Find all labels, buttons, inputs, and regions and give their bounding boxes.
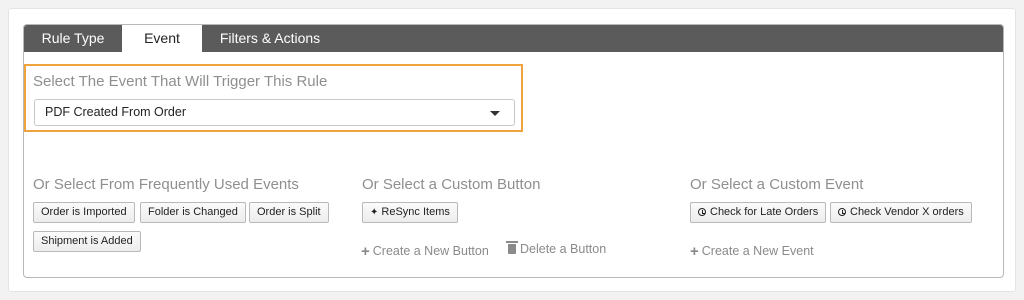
create-button-label: Create a New Button: [372, 244, 489, 258]
create-button-link[interactable]: + Create a New Button: [361, 242, 489, 260]
create-event-link[interactable]: + Create a New Event: [690, 242, 814, 260]
trash-icon: [506, 241, 518, 254]
check-vendor-orders-button[interactable]: Check Vendor X orders: [830, 202, 972, 223]
create-event-label: Create a New Event: [701, 244, 814, 258]
event-select-highlight: Select The Event That Will Trigger This …: [24, 64, 523, 132]
rule-editor-panel: Rule Type Event Filters & Actions: [23, 24, 1004, 278]
check-late-orders-button[interactable]: Check for Late Orders: [690, 202, 827, 223]
clock-icon: [698, 208, 706, 216]
event-select-value: PDF Created From Order: [45, 105, 187, 119]
magic-wand-icon: ✦: [370, 207, 379, 218]
delete-button-link[interactable]: Delete a Button: [506, 241, 607, 256]
plus-icon: +: [690, 243, 699, 260]
frequent-events-title: Or Select From Frequently Used Events: [33, 176, 299, 193]
custom-event-title: Or Select a Custom Event: [690, 176, 864, 193]
order-split-button[interactable]: Order is Split: [249, 202, 329, 223]
chevron-down-icon: [490, 111, 500, 116]
check-vendor-orders-label: Check Vendor X orders: [850, 206, 964, 218]
clock-icon: [838, 208, 846, 216]
tab-rule-type[interactable]: Rule Type: [24, 25, 122, 52]
event-select-dropdown[interactable]: PDF Created From Order: [34, 99, 515, 126]
shipment-added-button[interactable]: Shipment is Added: [33, 231, 141, 252]
delete-button-label: Delete a Button: [520, 242, 607, 256]
resync-items-label: ReSync Items: [381, 206, 450, 218]
order-imported-button[interactable]: Order is Imported: [33, 202, 135, 223]
check-late-orders-label: Check for Late Orders: [710, 206, 819, 218]
resync-items-button[interactable]: ✦ ReSync Items: [362, 202, 458, 223]
tab-bar: Rule Type Event Filters & Actions: [24, 25, 1003, 53]
folder-changed-button[interactable]: Folder is Changed: [140, 202, 246, 223]
tab-filters-actions[interactable]: Filters & Actions: [202, 25, 338, 52]
event-select-label: Select The Event That Will Trigger This …: [33, 73, 328, 90]
tab-event[interactable]: Event: [122, 25, 202, 53]
plus-icon: +: [361, 243, 370, 260]
custom-button-title: Or Select a Custom Button: [362, 176, 541, 193]
